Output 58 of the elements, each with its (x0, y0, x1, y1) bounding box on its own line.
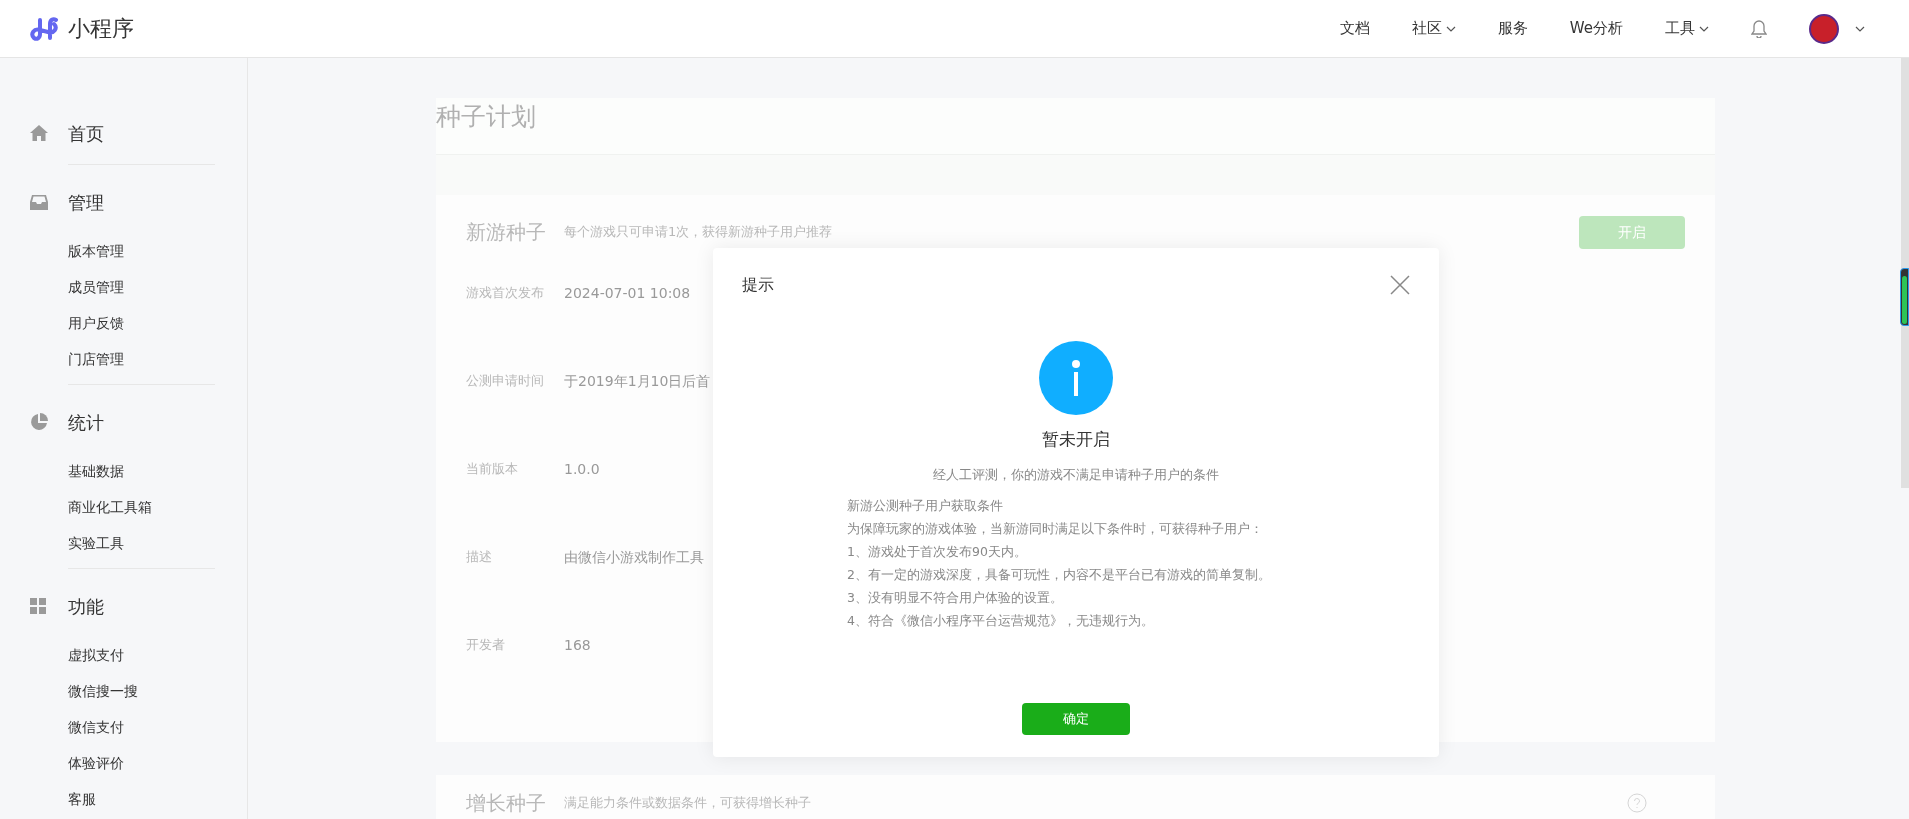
chevron-down-icon (1699, 25, 1709, 32)
nav-link[interactable]: 社区 (1411, 17, 1456, 40)
sidebar-item[interactable]: 成员管理 (68, 269, 215, 305)
card-subtitle: 每个游戏只可申请1次，获得新游种子用户推荐 (564, 223, 833, 242)
dialog-status: 暂未开启 (1042, 428, 1110, 451)
sidebar-item[interactable]: 虚拟支付 (68, 637, 215, 673)
sidebar-item[interactable]: 基础数据 (68, 453, 215, 489)
field-value: 由微信小游戏制作工具 (564, 547, 704, 567)
card-title: 增长种子 (466, 790, 546, 817)
sidebar-item[interactable]: 客服 (68, 781, 215, 817)
sidebar-item[interactable]: 体验评价 (68, 745, 215, 781)
condition-text: 为保障玩家的游戏体验，当新游同时满足以下条件时，可获得种子用户： (847, 520, 1264, 538)
nav-link[interactable]: 服务 (1497, 17, 1528, 40)
inbox-icon (30, 194, 48, 210)
field-label: 开发者 (466, 636, 506, 655)
dialog-title: 提示 (742, 274, 774, 296)
sidebar-section[interactable]: 管理 (68, 188, 104, 216)
sidebar-item[interactable]: 实验工具 (68, 525, 215, 561)
condition-text: 2、有一定的游戏深度，具备可玩性，内容不是平台已有游戏的简单复制。 (847, 566, 1271, 584)
condition-text: 新游公测种子用户获取条件 (847, 497, 1004, 515)
field-value: 168 (564, 635, 591, 655)
side-widget[interactable] (1900, 268, 1909, 326)
condition-text: 4、符合《微信小程序平台运营规范》，无违规行为。 (847, 612, 1155, 630)
sidebar-item[interactable]: 微信支付 (68, 709, 215, 745)
sidebar-section[interactable]: 统计 (68, 408, 104, 436)
avatar[interactable] (1809, 13, 1839, 44)
sidebar-item[interactable]: 商业化工具箱 (68, 489, 215, 525)
field-label: 当前版本 (466, 460, 519, 479)
sidebar-item[interactable]: 版本管理 (68, 233, 215, 269)
sidebar-section[interactable]: 首页 (68, 119, 104, 147)
close-icon[interactable] (1390, 275, 1410, 295)
sidebar-item[interactable]: 门店管理 (68, 341, 215, 377)
sidebar-item[interactable]: 微信搜一搜 (68, 673, 215, 709)
field-value: 2024-07-01 10:08 (564, 283, 691, 303)
pie-chart-icon (30, 413, 48, 431)
grid-icon (30, 598, 46, 614)
bell-icon[interactable] (1751, 19, 1767, 38)
card-subtitle: 满足能力条件或数据条件，可获得增长种子 (564, 794, 811, 813)
logo-text: 小程序 (68, 15, 134, 43)
sidebar-section[interactable]: 功能 (68, 592, 104, 620)
nav-link[interactable]: 文档 (1339, 17, 1370, 40)
field-value: 1.0.0 (564, 459, 600, 479)
field-label: 游戏首次发布 (466, 284, 545, 303)
field-value: 于2019年1月10日后首 (564, 371, 711, 391)
nav-link[interactable]: We分析 (1569, 17, 1623, 40)
field-label: 描述 (466, 548, 493, 567)
dialog-message: 经人工评测，你的游戏不满足申请种子用户的条件 (933, 465, 1219, 484)
card-title: 新游种子 (466, 219, 546, 246)
condition-text: 3、没有明显不符合用户体验的设置。 (847, 589, 1064, 607)
chevron-down-icon (1445, 25, 1456, 32)
logo-icon[interactable] (30, 15, 60, 42)
chevron-down-icon (1855, 25, 1865, 32)
condition-text: 1、游戏处于首次发布90天内。 (847, 543, 1028, 561)
field-label: 公测申请时间 (466, 372, 545, 391)
home-icon (30, 125, 48, 141)
info-icon (1039, 341, 1113, 415)
sidebar-item[interactable]: 用户反馈 (68, 305, 215, 341)
nav-link[interactable]: 工具 (1665, 17, 1709, 40)
